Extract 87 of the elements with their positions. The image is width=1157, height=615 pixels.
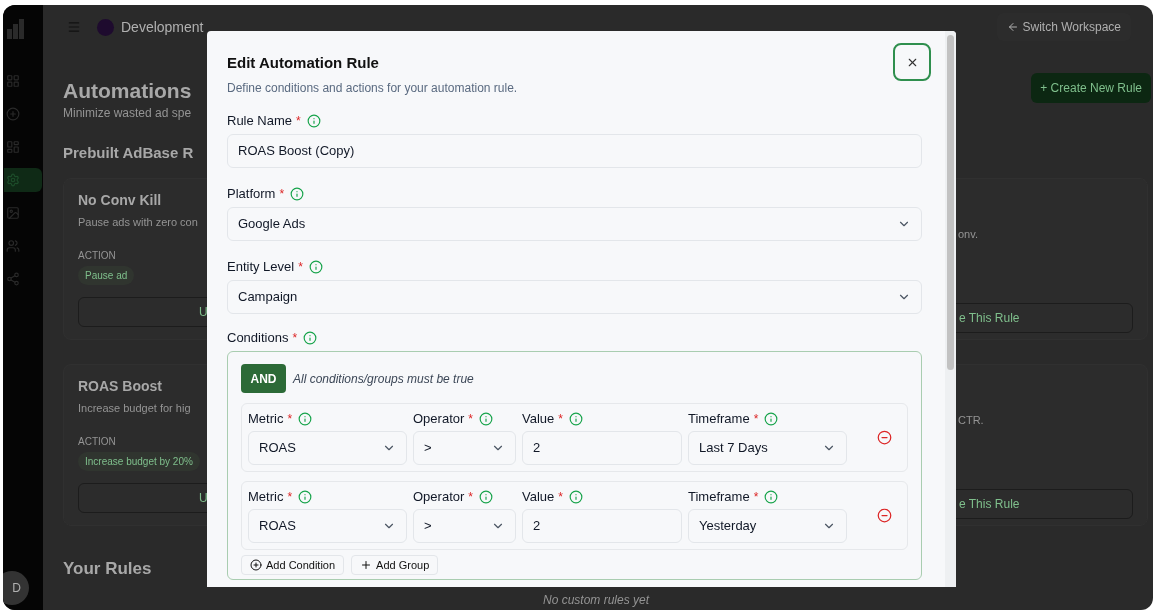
remove-condition-icon[interactable] — [876, 508, 892, 523]
info-icon[interactable] — [568, 490, 583, 504]
info-icon[interactable] — [308, 260, 323, 274]
field-label: Operator — [413, 410, 465, 429]
select-field[interactable]: Last 7 Days — [688, 431, 847, 465]
card-description: Pause ads with zero con — [78, 214, 198, 230]
required-mark: * — [558, 489, 563, 506]
required-mark: * — [753, 489, 759, 506]
sidebar-item[interactable] — [4, 168, 42, 192]
add-condition-button[interactable]: Add Condition — [241, 555, 345, 575]
select-field[interactable]: > — [413, 509, 516, 543]
info-icon[interactable] — [298, 490, 313, 504]
arrow-left-icon — [1006, 21, 1019, 33]
select-field[interactable]: Yesterday — [688, 509, 847, 543]
required-mark: * — [279, 186, 285, 203]
logo-icon — [7, 19, 25, 39]
card-title: No Conv Kill — [78, 190, 162, 209]
users-icon — [6, 239, 20, 253]
required-mark: * — [558, 411, 563, 428]
required-mark: * — [292, 330, 298, 347]
required-mark: * — [287, 411, 293, 428]
logic-toggle-button[interactable]: AND — [241, 364, 286, 393]
page-title: Automations — [63, 78, 192, 104]
info-icon[interactable] — [764, 412, 779, 426]
info-icon[interactable] — [568, 412, 583, 426]
plus-circle-icon — [6, 107, 20, 121]
card-title: ROAS Boost — [78, 376, 162, 395]
select-field[interactable]: ROAS — [248, 509, 407, 543]
card-description: Increase budget for hig — [78, 400, 191, 416]
info-icon[interactable] — [479, 490, 493, 504]
info-icon[interactable] — [290, 187, 305, 201]
action-label: ACTION — [78, 434, 116, 449]
section-heading: Your Rules — [63, 557, 152, 580]
required-mark: * — [753, 411, 759, 428]
field-label: Operator — [413, 488, 465, 507]
remove-condition-icon[interactable] — [876, 430, 892, 445]
required-mark: * — [296, 113, 301, 130]
dashboard-icon — [6, 140, 20, 154]
input-field[interactable]: 2 — [522, 509, 682, 543]
scrollbar-thumb[interactable] — [947, 35, 954, 370]
empty-message: No custom rules yet — [543, 592, 650, 609]
share-icon — [6, 272, 20, 286]
required-mark: * — [287, 489, 293, 506]
plus-icon — [360, 559, 373, 571]
field-label: Metric — [248, 410, 284, 429]
page-subtitle: Minimize wasted ad spe — [63, 105, 192, 122]
info-icon[interactable] — [479, 412, 493, 426]
input-field[interactable]: ROAS Boost (Copy) — [227, 134, 922, 168]
workspace-name[interactable]: Development — [121, 16, 204, 38]
info-icon[interactable] — [298, 412, 313, 426]
add-group-button[interactable]: Add Group — [351, 555, 439, 575]
image-icon — [6, 206, 20, 220]
field-label: Value — [522, 488, 555, 507]
dialog-title: Edit Automation Rule — [227, 53, 380, 73]
required-mark: * — [468, 489, 473, 506]
select-field[interactable]: Campaign — [227, 280, 922, 314]
section-heading: Prebuilt AdBase R — [63, 143, 194, 163]
create-rule-button[interactable]: + Create New Rule — [1031, 73, 1151, 103]
input-field[interactable]: 2 — [522, 431, 682, 465]
field-label: Entity Level — [227, 258, 295, 277]
action-tag: Pause ad — [78, 265, 135, 285]
logic-hint: All conditions/groups must be true — [293, 370, 474, 388]
card-description: onv. — [958, 226, 978, 242]
avatar[interactable]: D — [3, 571, 29, 605]
info-icon[interactable] — [306, 114, 321, 128]
field-label: Rule Name — [227, 112, 293, 131]
action-tag: Increase budget by 20% — [78, 451, 200, 471]
select-field[interactable]: > — [413, 431, 516, 465]
action-label: ACTION — [78, 248, 116, 263]
select-field[interactable]: Google Ads — [227, 207, 922, 241]
select-field[interactable]: ROAS — [248, 431, 407, 465]
field-label: Conditions — [227, 329, 289, 348]
field-label: Value — [522, 410, 555, 429]
field-label: Timeframe — [688, 488, 750, 507]
info-icon[interactable] — [764, 490, 779, 504]
required-mark: * — [468, 411, 473, 428]
field-label: Metric — [248, 488, 284, 507]
settings-icon — [6, 173, 20, 187]
field-label: Platform — [227, 185, 276, 204]
field-label: Timeframe — [688, 410, 750, 429]
dialog-subtitle: Define conditions and actions for your automation rule. — [227, 80, 518, 97]
close-button[interactable] — [893, 43, 931, 81]
info-icon[interactable] — [303, 331, 318, 345]
required-mark: * — [298, 259, 303, 276]
grid-icon — [6, 74, 20, 88]
plus-circle-icon — [250, 559, 262, 571]
card-description: CTR. — [958, 412, 984, 428]
